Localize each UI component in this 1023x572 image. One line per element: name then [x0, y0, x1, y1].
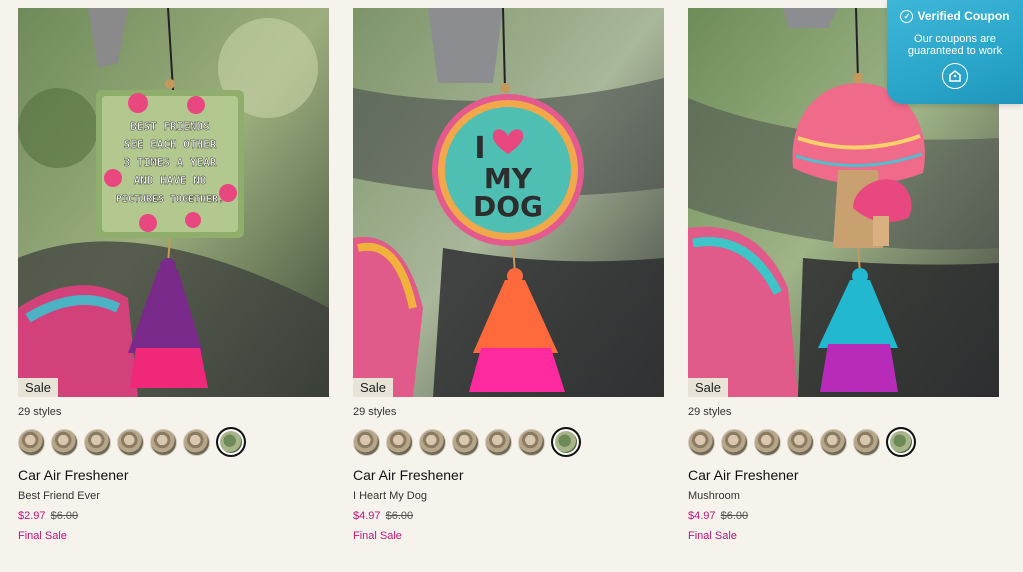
- style-swatch[interactable]: [183, 428, 210, 456]
- product-grid: BEST FRIENDS SEE EACH OTHER 3 TIMES A YE…: [0, 0, 1023, 572]
- style-swatch-selected[interactable]: [551, 427, 581, 457]
- style-swatch[interactable]: [150, 428, 177, 456]
- check-icon: ✓: [900, 9, 914, 23]
- product-name[interactable]: Car Air Freshener: [353, 466, 664, 484]
- product-price: $4.97 $6.00: [353, 509, 664, 523]
- sale-badge: Sale: [353, 378, 394, 397]
- style-swatch[interactable]: [452, 428, 479, 456]
- style-swatch[interactable]: [353, 428, 380, 456]
- style-swatch[interactable]: [18, 428, 45, 456]
- sale-badge: Sale: [18, 378, 59, 397]
- style-swatch[interactable]: [853, 428, 880, 456]
- style-swatch-selected[interactable]: [216, 427, 246, 457]
- sale-badge: Sale: [688, 378, 729, 397]
- styles-count: 29 styles: [18, 406, 62, 418]
- style-swatch[interactable]: [51, 428, 78, 456]
- product-style-name: I Heart My Dog: [353, 490, 427, 502]
- product-image[interactable]: BEST FRIENDS SEE EACH OTHER 3 TIMES A YE…: [18, 8, 329, 397]
- verified-coupon-widget[interactable]: ✓ Verified Coupon Our coupons are guaran…: [887, 0, 1023, 104]
- product-style-name: Mushroom: [688, 490, 740, 502]
- style-swatch[interactable]: [688, 428, 715, 456]
- sale-price: $4.97: [688, 510, 716, 522]
- product-price: $4.97 $6.00: [688, 509, 999, 523]
- style-swatches: [688, 427, 999, 457]
- style-swatch[interactable]: [485, 428, 512, 456]
- product-style-name: Best Friend Ever: [18, 490, 100, 502]
- image-caption-line: DOG: [473, 190, 543, 223]
- style-swatch[interactable]: [721, 428, 748, 456]
- image-caption-line: I: [474, 131, 485, 166]
- style-swatches: [353, 427, 664, 457]
- coupon-title: Verified Coupon: [917, 9, 1010, 23]
- coupon-tag-icon[interactable]: [942, 63, 968, 89]
- sale-price: $2.97: [18, 510, 46, 522]
- original-price: $6.00: [385, 510, 414, 522]
- styles-count: 29 styles: [353, 406, 397, 418]
- product-card: BEST FRIENDS SEE EACH OTHER 3 TIMES A YE…: [18, 8, 329, 543]
- style-swatch[interactable]: [419, 428, 446, 456]
- coupon-header: ✓ Verified Coupon: [887, 9, 1023, 23]
- style-swatch[interactable]: [754, 428, 781, 456]
- style-swatch[interactable]: [117, 428, 144, 456]
- original-price: $6.00: [50, 510, 79, 522]
- style-swatch-selected[interactable]: [886, 427, 916, 457]
- original-price: $6.00: [720, 510, 749, 522]
- sale-price: $4.97: [353, 510, 381, 522]
- style-swatch[interactable]: [787, 428, 814, 456]
- product-price: $2.97 $6.00: [18, 509, 329, 523]
- style-swatch[interactable]: [518, 428, 545, 456]
- style-swatch[interactable]: [386, 428, 413, 456]
- image-caption-line: SEE EACH OTHER: [124, 138, 217, 151]
- style-swatch[interactable]: [84, 428, 111, 456]
- final-sale-label: Final Sale: [18, 530, 67, 542]
- product-name[interactable]: Car Air Freshener: [688, 466, 999, 484]
- product-name[interactable]: Car Air Freshener: [18, 466, 329, 484]
- image-caption-line: PICTURES TOGETHER.: [116, 194, 224, 205]
- image-caption-line: 3 TIMES A YEAR: [124, 156, 217, 169]
- style-swatches: [18, 427, 329, 457]
- product-image[interactable]: I MY DOG Sale: [353, 8, 664, 397]
- image-caption-line: AND HAVE NO: [134, 174, 207, 187]
- final-sale-label: Final Sale: [353, 530, 402, 542]
- styles-count: 29 styles: [688, 406, 732, 418]
- image-caption-line: BEST FRIENDS: [130, 120, 209, 133]
- coupon-subtitle: Our coupons are guaranteed to work: [907, 33, 1003, 57]
- style-swatch[interactable]: [820, 428, 847, 456]
- final-sale-label: Final Sale: [688, 530, 737, 542]
- product-card: I MY DOG Sale 29 styles Car Air Freshene…: [353, 8, 664, 543]
